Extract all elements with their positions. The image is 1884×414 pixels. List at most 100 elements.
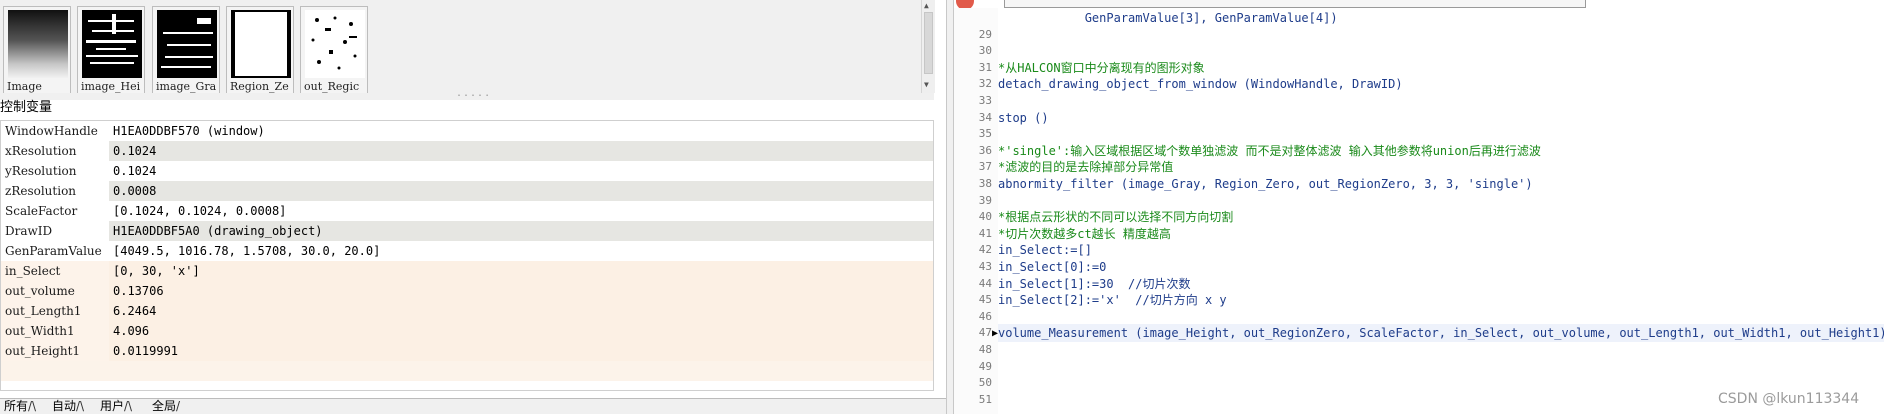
variable-value: 6.2464 — [113, 304, 157, 318]
variable-name: in_Select — [5, 264, 61, 278]
variable-name: out_Length1 — [5, 304, 82, 318]
row-value-cell — [109, 261, 933, 281]
code-line[interactable]: abnormity_filter (image_Gray, Region_Zer… — [998, 176, 1533, 192]
program-editor: ▶ CSDN @lkun113344 GenParamValue[3], Gen… — [954, 0, 1884, 414]
variable-name: out_Height1 — [5, 344, 81, 358]
procedure-selector[interactable] — [1004, 0, 1586, 8]
variable-row[interactable]: WindowHandle H1EA0DDBF570 (window) — [1, 121, 933, 141]
code-line[interactable]: GenParamValue[3], GenParamValue[4]) — [998, 10, 1338, 26]
scroll-up-icon[interactable]: ▲ — [924, 1, 929, 10]
line-number: 42 — [978, 243, 992, 257]
line-number: 51 — [978, 392, 992, 406]
variable-name: xResolution — [5, 144, 77, 158]
iconic-variables-strip: Image image_Hei image_Gra Region_Ze out_… — [0, 0, 935, 94]
code-line[interactable]: in_Select[1]:=30 //切片次数 — [998, 276, 1191, 292]
tab-all[interactable]: 所有/\ — [4, 399, 36, 414]
thumbnail-image-gray[interactable]: image_Gra — [152, 6, 220, 94]
variable-name: WindowHandle — [5, 124, 98, 138]
variable-row[interactable]: xResolution 0.1024 — [1, 141, 933, 161]
variable-value: 0.1024 — [113, 144, 157, 158]
app-logo-icon — [956, 0, 974, 8]
control-variables-title: 控制变量 — [0, 100, 53, 115]
tab-auto[interactable]: 自动/\ — [52, 399, 84, 414]
line-number: 48 — [978, 343, 992, 356]
variable-row[interactable]: out_Length1 6.2464 — [1, 301, 933, 321]
panel-splitter[interactable] — [946, 0, 954, 414]
tab-global-label: 全局 — [152, 399, 177, 413]
line-number: 45 — [978, 293, 992, 307]
variable-value: [0, 30, 'x'] — [113, 264, 200, 278]
variable-name: out_Width1 — [5, 324, 75, 338]
image-gray-pattern — [157, 10, 217, 78]
line-number: 47 — [978, 326, 992, 340]
code-comment-line[interactable]: *切片次数越多ct越长 精度越高 — [998, 226, 1171, 242]
code-line[interactable]: in_Select[2]:='x' //切片方向 x y — [998, 292, 1227, 308]
variable-row[interactable]: out_Height1 0.0119991 — [1, 341, 933, 361]
code-comment-line[interactable]: *根据点云形状的不同可以选择不同方向切割 — [998, 209, 1233, 225]
control-variables-table: WindowHandle H1EA0DDBF570 (window) xResolu… — [0, 120, 934, 391]
variable-value: 0.1024 — [113, 164, 157, 178]
row-value-cell — [109, 281, 933, 301]
thumbnail-caption: out_Regic — [304, 80, 360, 93]
variable-row[interactable]: ScaleFactor [0.1024, 0.1024, 0.0008] — [1, 201, 933, 221]
variable-name: DrawID — [5, 224, 53, 238]
thumbnail-out-region[interactable]: out_Regic — [300, 6, 368, 94]
code-line[interactable]: in_Select[0]:=0 — [998, 259, 1106, 275]
line-number: 30 — [978, 44, 992, 58]
variable-row[interactable]: out_volume 0.13706 — [1, 281, 933, 301]
out-region-pattern — [305, 10, 365, 78]
variable-value: H1EA0DDBF5A0 (drawing_object) — [113, 224, 323, 238]
thumbnail-caption: Image — [7, 80, 42, 93]
line-number: 38 — [978, 177, 992, 190]
variable-value: [4049.5, 1016.78, 1.5708, 30.0, 20.0] — [113, 244, 381, 258]
variable-value: H1EA0DDBF570 (window) — [113, 124, 265, 138]
thumbnail-region-zero[interactable]: Region_Ze — [226, 6, 294, 94]
variable-row[interactable]: in_Select [0, 30, 'x'] — [1, 261, 933, 281]
editor-toolbar — [954, 0, 1884, 8]
line-number: 43 — [978, 260, 992, 273]
splitter-grip[interactable]: ..... — [0, 88, 934, 100]
iconic-scrollbar[interactable]: ▲ ▼ — [921, 0, 935, 93]
region-zero-thumbnail — [231, 10, 291, 78]
variable-row[interactable]: GenParamValue [4049.5, 1016.78, 1.5708, 3… — [1, 241, 933, 261]
code-line[interactable]: in_Select:=[] — [998, 242, 1092, 258]
code-comment-line[interactable]: *从HALCON窗口中分离现有的图形对象 — [998, 60, 1205, 76]
line-number: 44 — [978, 276, 992, 290]
line-number: 40 — [978, 210, 992, 224]
thumbnail-caption: image_Hei — [81, 80, 141, 93]
row-value-cell — [109, 321, 933, 341]
thumbnail-caption: image_Gra — [156, 80, 217, 93]
variable-value: [0.1024, 0.1024, 0.0008] — [113, 204, 287, 218]
row-value-cell — [109, 141, 933, 161]
variable-row[interactable]: DrawID H1EA0DDBF5A0 (drawing_object) — [1, 221, 933, 241]
variable-row[interactable]: out_Width1 4.096 — [1, 321, 933, 341]
variable-value: 4.096 — [113, 324, 150, 338]
line-number: 32 — [978, 77, 992, 91]
line-number: 31 — [978, 60, 992, 74]
thumbnail-image[interactable]: Image — [3, 6, 71, 94]
row-value-cell — [109, 341, 933, 361]
scroll-down-icon[interactable]: ▼ — [924, 80, 929, 89]
scrollbar-thumb[interactable] — [924, 12, 933, 74]
variable-value: 0.0008 — [113, 184, 157, 198]
variable-scope-tabs: 所有/\ 自动/\ 用户/\ 全局/ — [0, 398, 946, 414]
variable-row[interactable]: zResolution 0.0008 — [1, 181, 933, 201]
variable-row[interactable]: yResolution 0.1024 — [1, 161, 933, 181]
code-comment-line[interactable]: *滤波的目的是去除掉部分异常值 — [998, 159, 1173, 175]
tab-global[interactable]: 全局/ — [152, 399, 180, 414]
code-line[interactable]: detach_drawing_object_from_window (Windo… — [998, 76, 1403, 92]
code-comment-line[interactable]: *'single':输入区域根据区域个数单独滤波 而不是对整体滤波 输入其他参数… — [998, 143, 1541, 159]
thumbnail-image-height[interactable]: image_Hei — [77, 6, 145, 94]
line-number: 36 — [978, 143, 992, 157]
image-gray-thumbnail — [157, 10, 217, 78]
image-height-thumbnail — [82, 10, 142, 78]
code-line[interactable]: stop () — [998, 110, 1049, 126]
line-number: 50 — [978, 376, 992, 390]
code-line[interactable]: volume_Measurement (image_Height, out_Re… — [998, 325, 1884, 341]
control-area-fill — [1, 361, 933, 381]
line-number: 37 — [978, 160, 992, 174]
line-number: 33 — [978, 94, 992, 107]
tab-user[interactable]: 用户/\ — [100, 399, 132, 414]
line-number: 35 — [978, 127, 992, 141]
watermark: CSDN @lkun113344 — [1718, 391, 1860, 407]
